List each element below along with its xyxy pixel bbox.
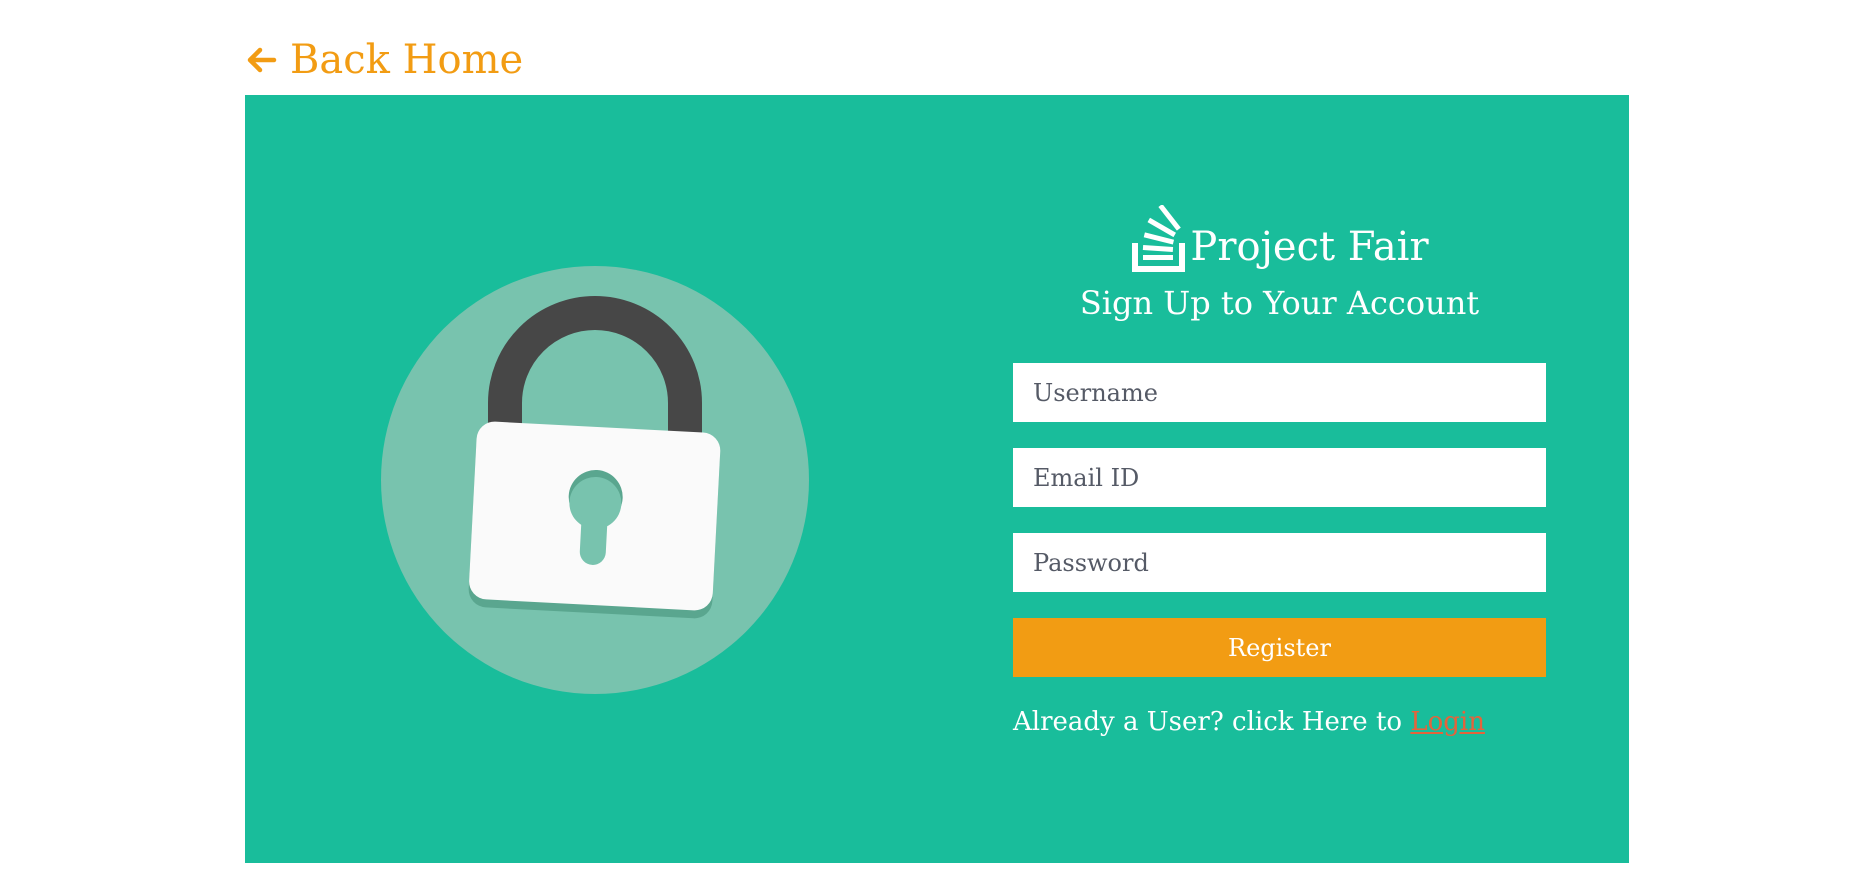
- login-link[interactable]: Login: [1410, 707, 1485, 737]
- brand: Project Fair: [1013, 201, 1546, 273]
- signup-form: Project Fair Sign Up to Your Account Reg…: [1013, 201, 1546, 739]
- brand-name: Project Fair: [1190, 224, 1429, 270]
- stack-logo-icon: [1132, 205, 1186, 272]
- form-title: Sign Up to Your Account: [1079, 284, 1480, 322]
- username-input[interactable]: [1013, 363, 1546, 422]
- login-prompt-text: Already a User? click Here to: [1013, 707, 1403, 737]
- signup-panel: Project Fair Sign Up to Your Account Reg…: [245, 95, 1629, 863]
- back-home-label: Back Home: [290, 37, 524, 83]
- register-button[interactable]: Register: [1013, 618, 1546, 677]
- login-prompt-line: Already a User? click Here to Login: [1013, 705, 1546, 739]
- back-home-link[interactable]: Back Home: [244, 36, 523, 84]
- padlock-icon: [381, 266, 809, 694]
- email-input[interactable]: [1013, 448, 1546, 507]
- password-input[interactable]: [1013, 533, 1546, 592]
- arrow-left-icon: [247, 47, 277, 73]
